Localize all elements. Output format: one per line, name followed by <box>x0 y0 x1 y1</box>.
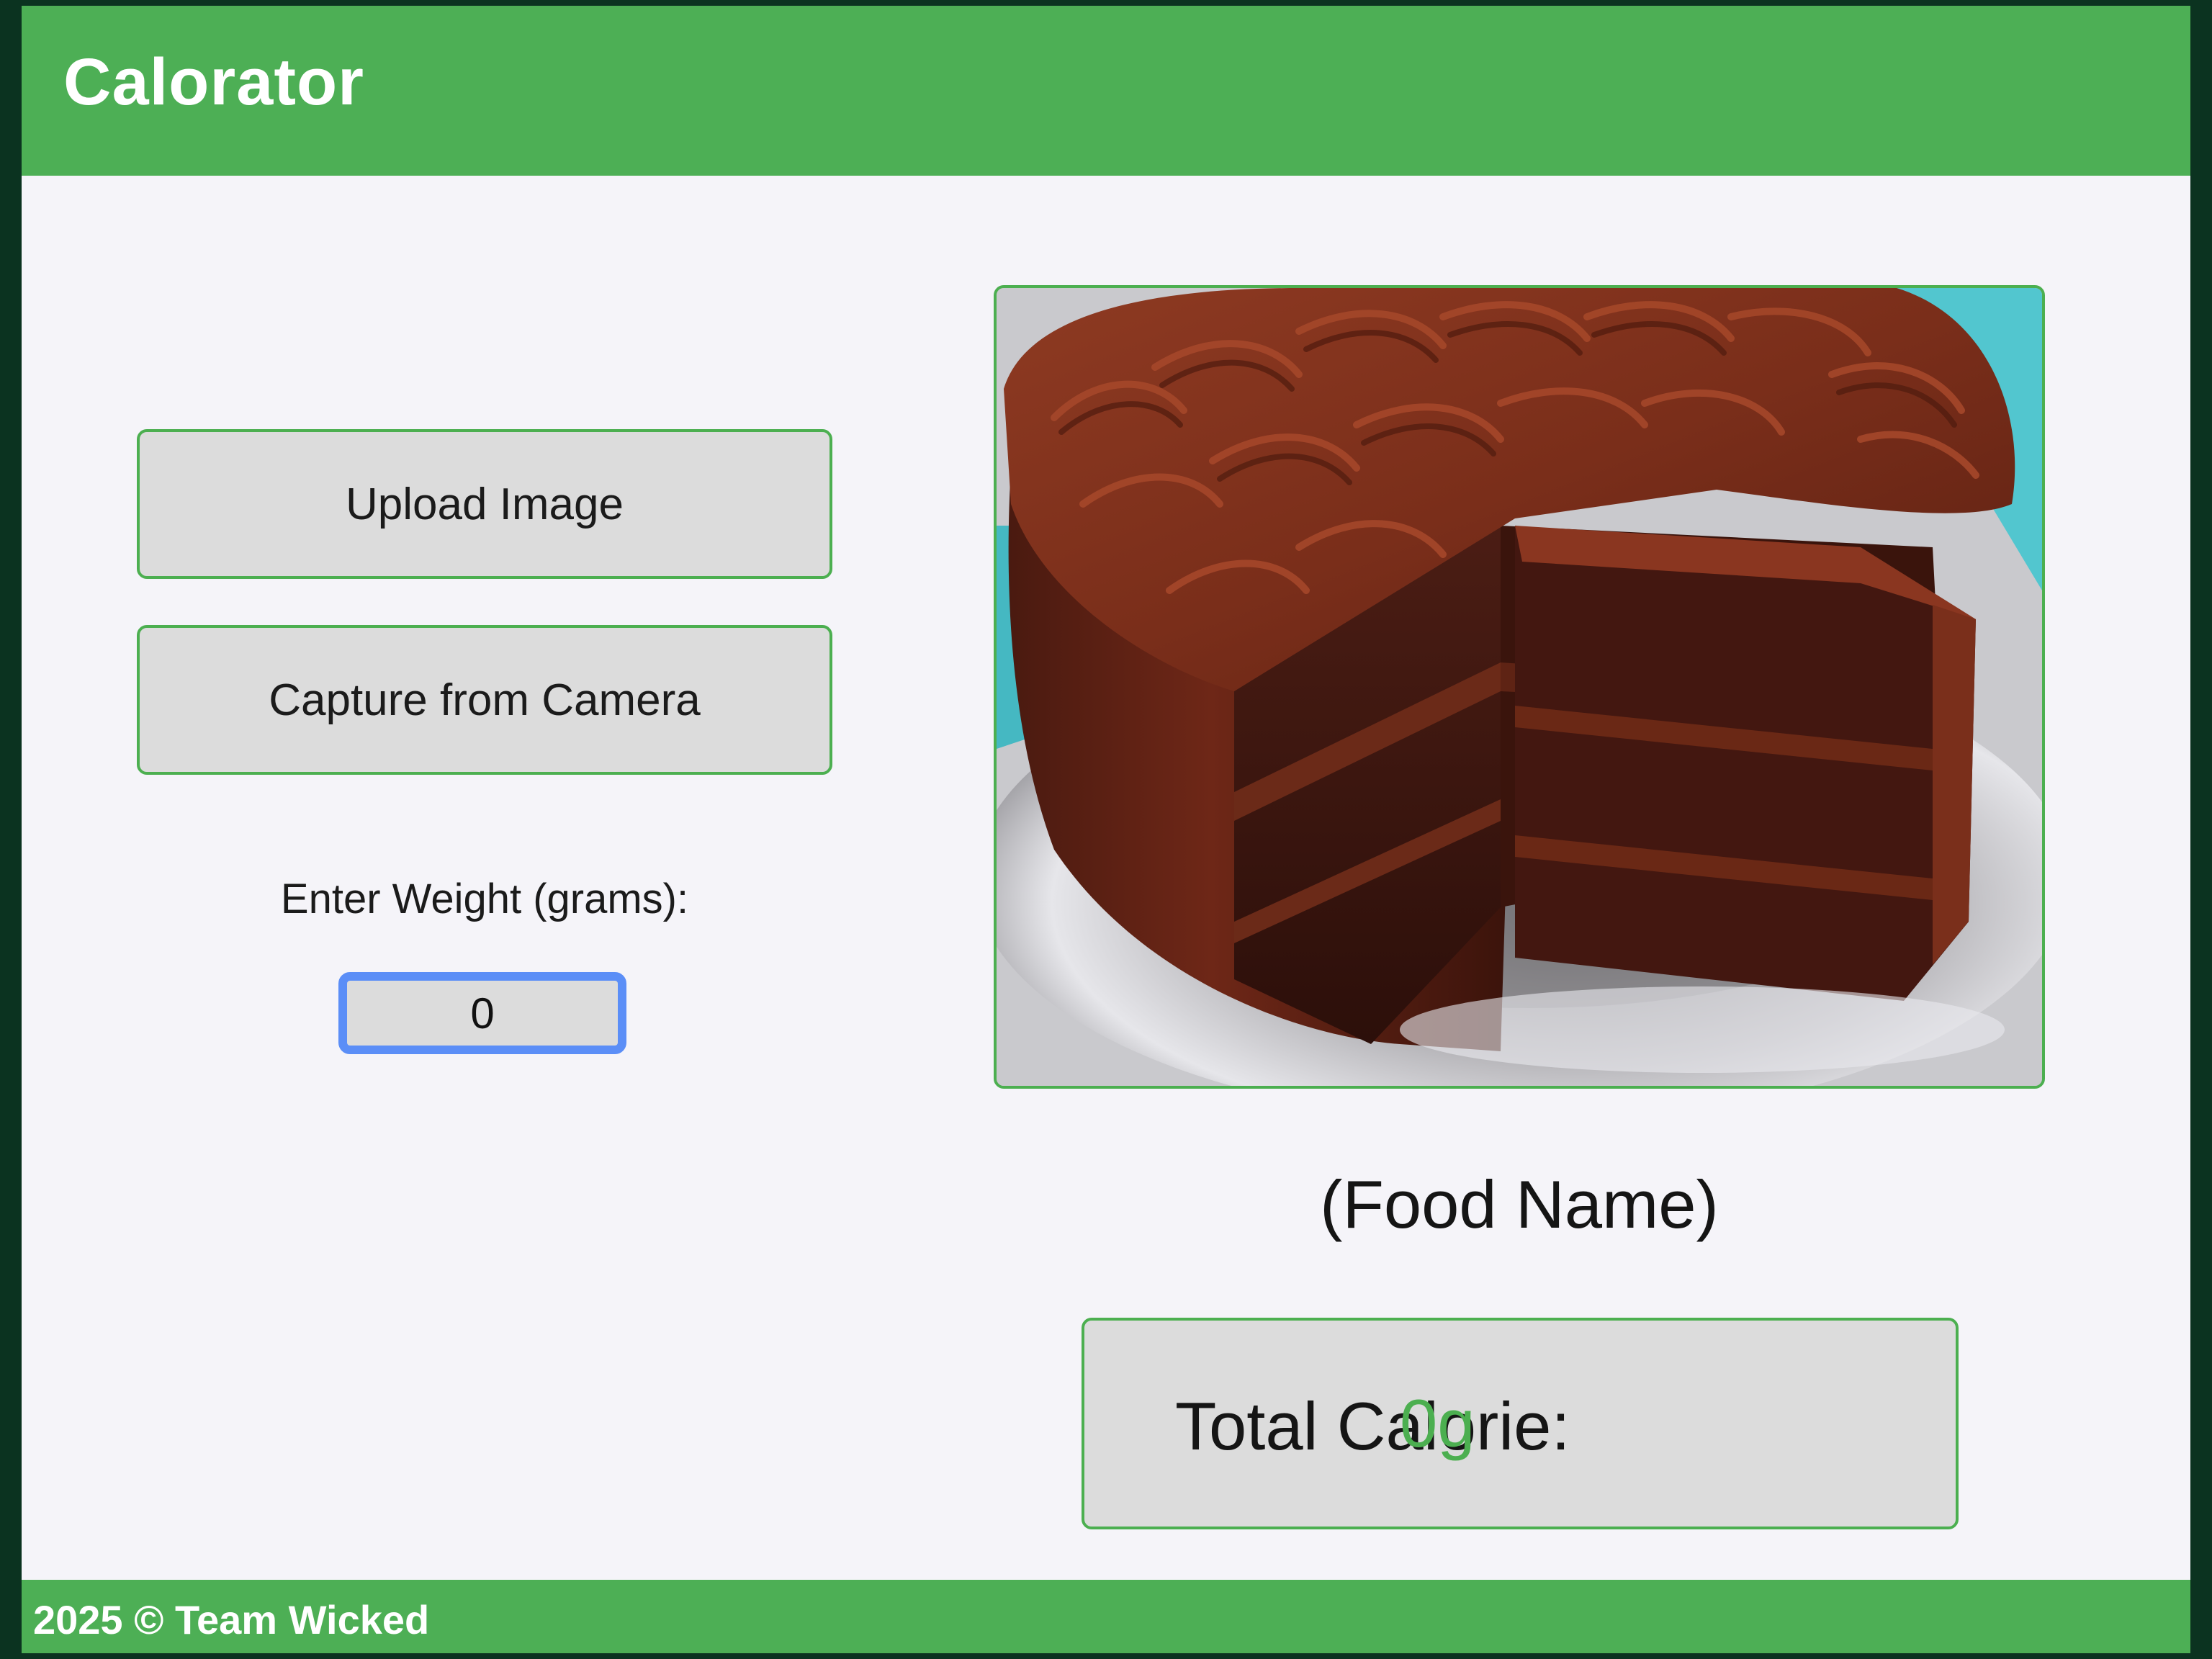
app-title: Calorator <box>63 45 364 119</box>
app-footer: 2025 © Team Wicked <box>22 1580 2190 1653</box>
calorie-value: 0g <box>1400 1385 1475 1461</box>
footer-copyright: 2025 © Team Wicked <box>33 1597 430 1642</box>
capture-camera-button[interactable]: Capture from Camera <box>137 625 832 775</box>
food-image <box>994 285 2045 1089</box>
app-header: Calorator <box>22 6 2190 176</box>
app-window: Calorator Upload Image Capture from Came… <box>22 6 2190 1653</box>
plate-highlight <box>1400 986 2005 1073</box>
food-name: (Food Name) <box>1320 1166 1719 1242</box>
upload-image-button[interactable]: Upload Image <box>137 429 832 579</box>
weight-input[interactable] <box>338 972 626 1054</box>
calorie-result-box: Total Calorie: <box>1082 1318 1959 1529</box>
weight-label: Enter Weight (grams): <box>280 876 689 922</box>
calorie-label: Total Calorie: <box>1175 1388 1570 1464</box>
